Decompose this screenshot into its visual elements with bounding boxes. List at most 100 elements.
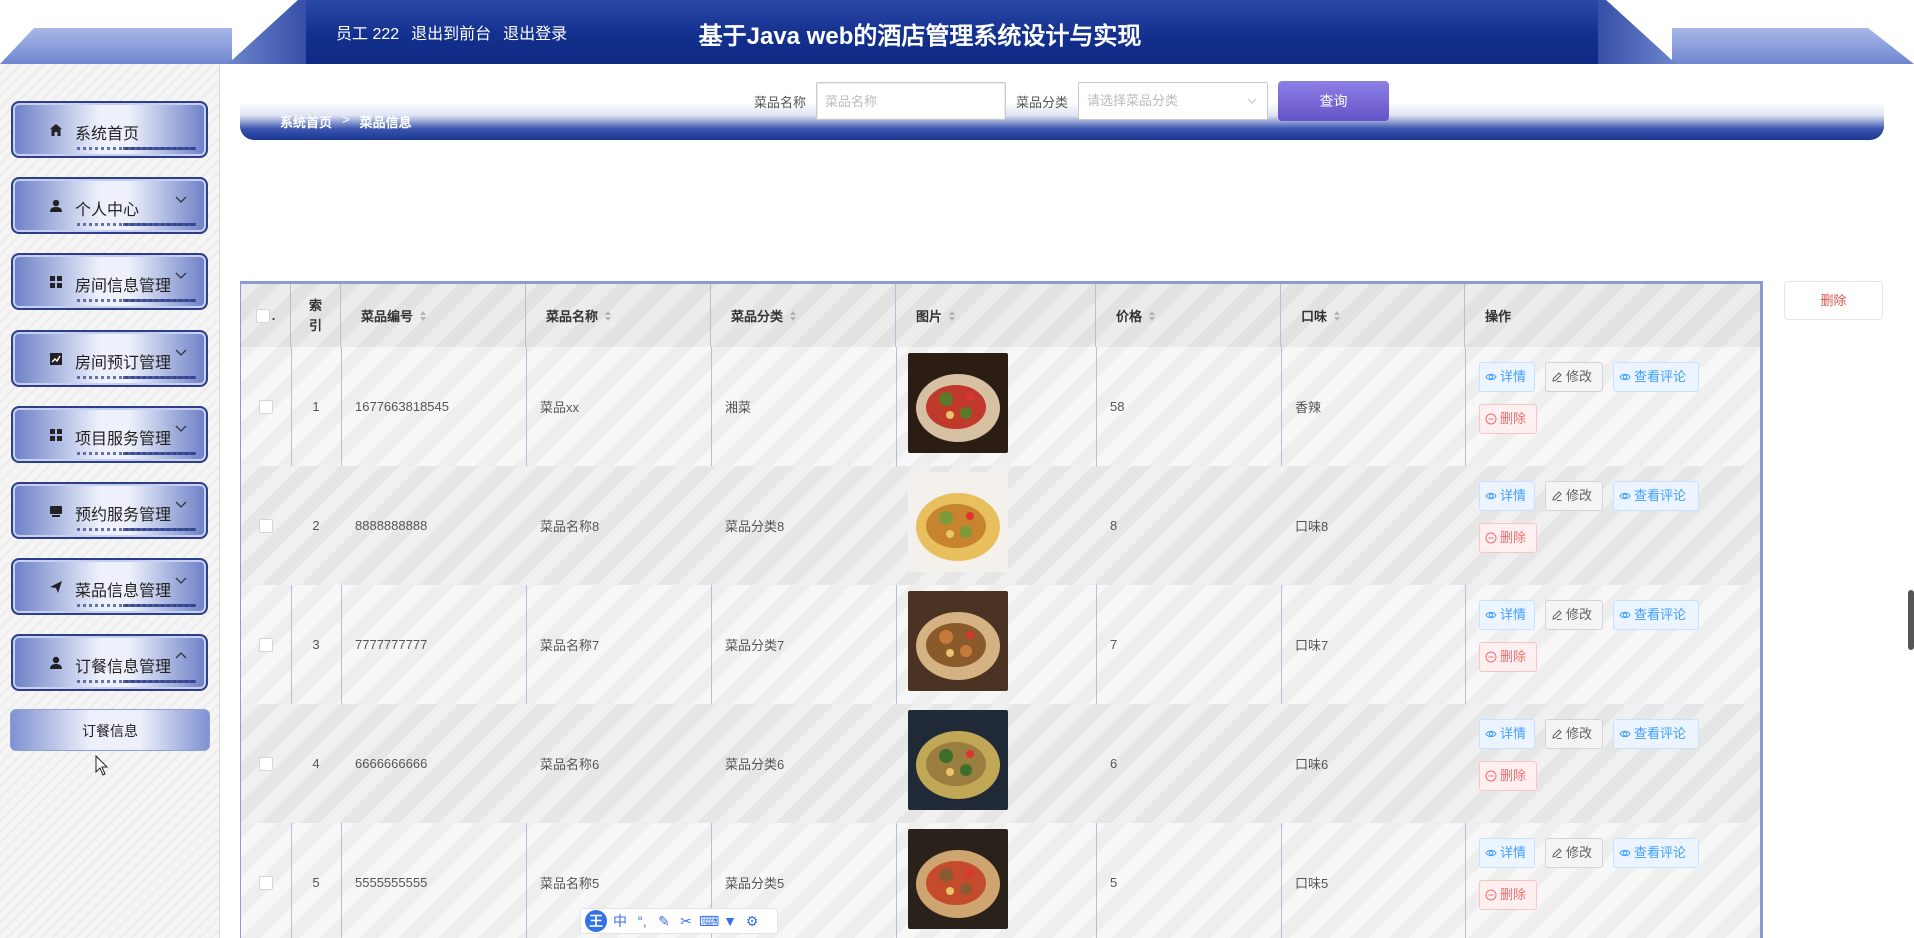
row-checkbox[interactable] [259, 637, 273, 652]
view-reviews-button-label: 查看评论 [1634, 845, 1687, 860]
dish-name-input[interactable] [816, 82, 1006, 120]
logout-link[interactable]: 退出登录 [503, 20, 567, 44]
sidebar-item-2[interactable]: 个人中心 [11, 177, 208, 234]
eye-icon [1485, 728, 1497, 740]
header-taste[interactable]: 口味 [1281, 284, 1465, 347]
ime-settings-icon[interactable]: ⚙ [743, 912, 761, 930]
edit-button[interactable]: 修改 [1545, 838, 1603, 868]
view-reviews-button[interactable]: 查看评论 [1613, 362, 1699, 392]
sidebar-subitem-order-info[interactable]: 订餐信息 [10, 709, 210, 751]
delete-button[interactable]: 删除 [1479, 523, 1537, 553]
minus-circle-icon [1485, 770, 1497, 782]
page-scrollbar[interactable] [1908, 590, 1914, 650]
minus-circle-icon [1485, 413, 1497, 425]
edit-button[interactable]: 修改 [1545, 362, 1603, 392]
header-dish-category[interactable]: 菜品分类 [711, 284, 896, 347]
ime-toolbar[interactable]: 王 中 °, ✎ ✂ ⌨ ▼ ⚙ [580, 908, 778, 934]
view-reviews-button[interactable]: 查看评论 [1613, 838, 1699, 868]
delete-button-label: 删除 [1500, 887, 1527, 902]
ime-handwrite-icon[interactable]: ✎ [655, 912, 673, 930]
detail-button[interactable]: 详情 [1479, 481, 1535, 511]
sidebar-item-8[interactable]: 订餐信息管理 [11, 634, 208, 691]
user-icon [47, 654, 65, 672]
edit-button[interactable]: 修改 [1545, 600, 1603, 630]
ime-chinese-mode-icon[interactable]: 中 [611, 912, 629, 930]
sidebar-item-6[interactable]: 预约服务管理 [11, 482, 208, 539]
table-header: . 索引 菜品编号 菜品名称 菜品分类 图片 价格 口味 操作 [241, 284, 1760, 347]
cell-dish-code: 1677663818545 [355, 399, 449, 414]
edit-button-label: 修改 [1566, 845, 1593, 860]
header-dish-code-label: 菜品编号 [361, 309, 414, 324]
detail-button[interactable]: 详情 [1479, 600, 1535, 630]
home-icon [47, 121, 65, 139]
dish-image[interactable] [908, 472, 1008, 572]
dish-category-select[interactable]: 请选择菜品分类 [1078, 82, 1268, 120]
breadcrumb-home[interactable]: 系统首页 [280, 112, 332, 130]
sidebar-item-5[interactable]: 项目服务管理 [11, 406, 208, 463]
row-checkbox[interactable] [259, 399, 273, 414]
sidebar-item-4[interactable]: 房间预订管理 [11, 330, 208, 387]
sidebar-item-label: 菜品信息管理 [75, 583, 172, 600]
view-reviews-button[interactable]: 查看评论 [1613, 600, 1699, 630]
chevron-down-icon [175, 349, 187, 356]
detail-button[interactable]: 详情 [1479, 719, 1535, 749]
detail-button-label: 详情 [1500, 369, 1527, 384]
header-image[interactable]: 图片 [896, 284, 1096, 347]
header-dish-code[interactable]: 菜品编号 [341, 284, 526, 347]
dish-image[interactable] [908, 353, 1008, 453]
row-checkbox[interactable] [259, 875, 273, 890]
view-reviews-button[interactable]: 查看评论 [1613, 719, 1699, 749]
batch-delete-button[interactable]: 删除 [1784, 281, 1883, 320]
dish-image[interactable] [908, 829, 1008, 929]
sidebar-item-3[interactable]: 房间信息管理 [11, 253, 208, 310]
menu-decoration-line [123, 223, 196, 226]
ime-keyboard-icon[interactable]: ⌨ [699, 912, 719, 930]
header-dish-name-label: 菜品名称 [546, 309, 599, 324]
row-checkbox[interactable] [259, 756, 273, 771]
edit-button[interactable]: 修改 [1545, 719, 1603, 749]
detail-button[interactable]: 详情 [1479, 838, 1535, 868]
cell-price: 6 [1110, 756, 1118, 771]
cell-select [241, 466, 291, 585]
dish-image[interactable] [908, 591, 1008, 691]
table-row: 1 1677663818545 菜品xx 湘菜 58 香辣 详情 修改 查看评论 删除 [241, 347, 1760, 466]
select-all-checkbox[interactable] [255, 308, 270, 323]
sidebar-item-7[interactable]: 菜品信息管理 [11, 558, 208, 615]
chevron-down-icon [175, 272, 187, 279]
header-dish-name[interactable]: 菜品名称 [526, 284, 711, 347]
minus-circle-icon [1485, 651, 1497, 663]
query-button[interactable]: 查询 [1278, 81, 1389, 121]
detail-button-label: 详情 [1500, 607, 1527, 622]
ime-logo-icon[interactable]: 王 [585, 910, 607, 932]
sidebar-item-1[interactable]: 系统首页 [11, 101, 208, 158]
delete-button[interactable]: 删除 [1479, 880, 1537, 910]
dish-name-label: 菜品名称 [754, 95, 807, 110]
chevron-down-icon [175, 501, 187, 508]
row-checkbox[interactable] [259, 518, 273, 533]
delete-button[interactable]: 删除 [1479, 404, 1537, 434]
table-row: 5 5555555555 菜品名称5 菜品分类5 5 口味5 详情 修改 查看评论 删除 [241, 823, 1760, 938]
sort-icon [1334, 310, 1341, 321]
sidebar-item-label: 个人中心 [75, 202, 140, 219]
dish-image[interactable] [908, 710, 1008, 810]
menu-decoration-line [123, 452, 196, 455]
sidebar-item-label: 房间预订管理 [75, 355, 172, 372]
menu-decoration-line [123, 299, 196, 302]
ime-punctuation-icon[interactable]: °, [633, 912, 651, 930]
header-price[interactable]: 价格 [1096, 284, 1281, 347]
view-reviews-button[interactable]: 查看评论 [1613, 481, 1699, 511]
back-to-frontend-link[interactable]: 退出到前台 [411, 20, 491, 44]
delete-button[interactable]: 删除 [1479, 761, 1537, 791]
sidebar-item-label: 订餐信息管理 [75, 659, 172, 676]
breadcrumb-current: 菜品信息 [359, 115, 412, 130]
cell-price: 5 [1110, 875, 1118, 890]
chevron-down-icon [1247, 98, 1257, 104]
edit-button[interactable]: 修改 [1545, 481, 1603, 511]
detail-button[interactable]: 详情 [1479, 362, 1535, 392]
ime-skin-icon[interactable]: ▼ [721, 912, 739, 930]
pencil-icon [1551, 847, 1563, 859]
tray-icon [47, 502, 65, 520]
chevron-down-icon [175, 425, 187, 432]
ime-scissors-icon[interactable]: ✂ [677, 912, 695, 930]
delete-button[interactable]: 删除 [1479, 642, 1537, 672]
